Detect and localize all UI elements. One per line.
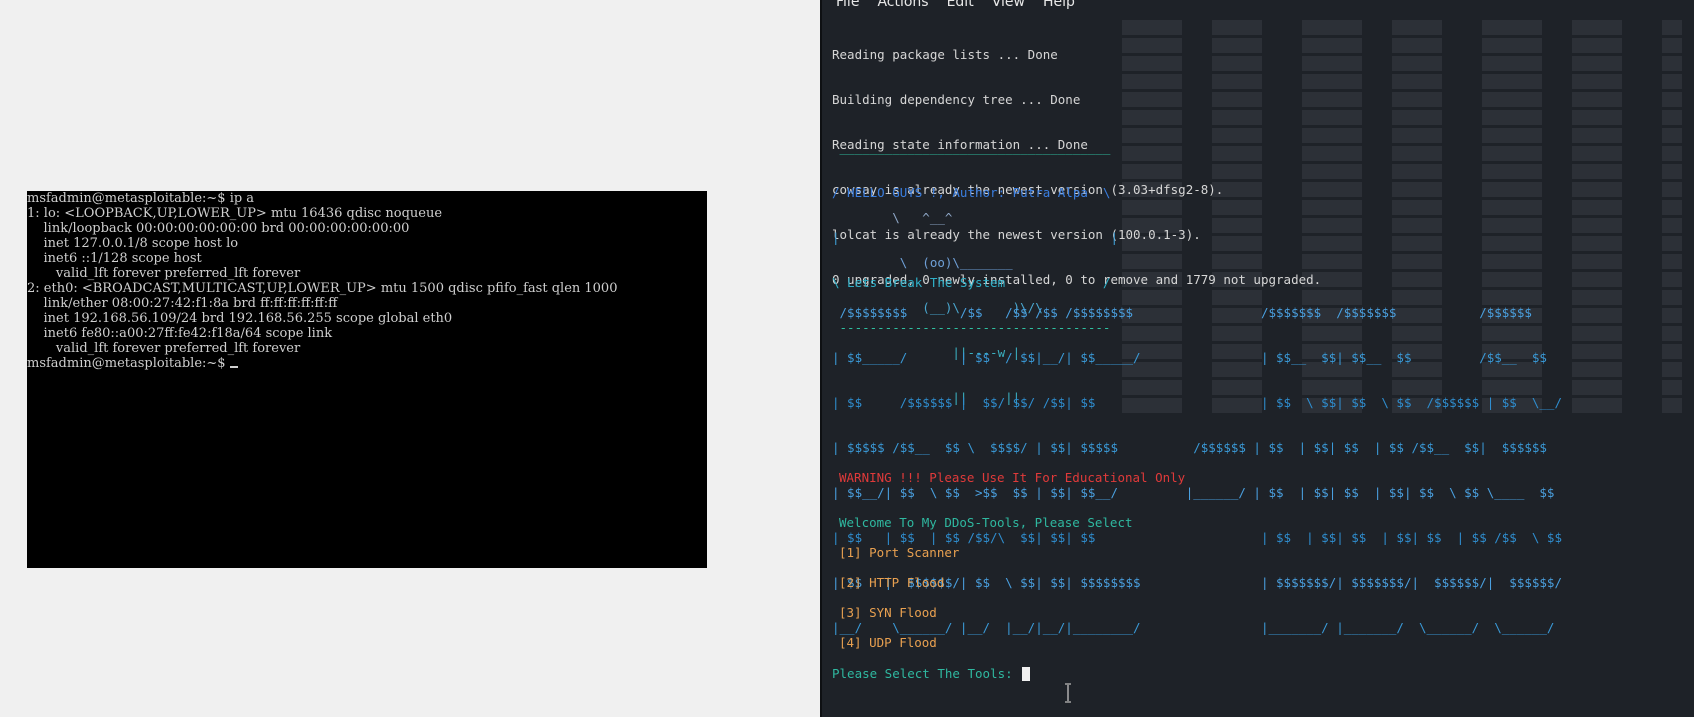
- console-line: link/ether 08:00:27:42:f1:8a brd ff:ff:f…: [27, 296, 338, 311]
- console-line: 1: lo: <LOOPBACK,UP,LOWER_UP> mtu 16436 …: [27, 206, 443, 221]
- warning-text: WARNING !!! Please Use It For Educationa…: [839, 470, 1186, 485]
- console-cursor: [229, 366, 238, 368]
- banner-line: | $$$$$ /$$__ $$ \ $$$$/ | $$| $$$$$ /$$…: [832, 440, 1547, 455]
- option-http-flood: [2] HTTP Flood: [839, 575, 945, 590]
- banner-line: | $$ | $$ | $$ /$$/\ $$| $$| $$ | $$ | $…: [832, 530, 1562, 545]
- menu-edit[interactable]: Edit: [947, 0, 974, 10]
- menu-view[interactable]: View: [992, 0, 1025, 10]
- console-line: inet 192.168.56.109/24 brd 192.168.56.25…: [27, 311, 453, 326]
- speech-box-line: ____________________________________: [832, 140, 1111, 155]
- cow-line: \ ^__^: [832, 210, 953, 225]
- banner-line: |__/ \______/ |__/ |__/|__/|________/ |_…: [832, 620, 1555, 635]
- vm-console-output: msfadmin@metasploitable:~$ ip a 1: lo: <…: [27, 191, 617, 371]
- option-syn-flood: [3] SYN Flood: [839, 605, 937, 620]
- console-prompt: msfadmin@metasploitable:~$: [27, 356, 230, 371]
- banner-line: | $$__/| $$ \ $$ >$$ $$ | $$| $$__/ |___…: [832, 485, 1555, 500]
- menu-help[interactable]: Help: [1043, 0, 1075, 10]
- console-line: msfadmin@metasploitable:~$ ip a: [27, 191, 255, 206]
- console-line: inet6 fe80::a00:27ff:fe42:f18a/64 scope …: [27, 326, 333, 341]
- console-line: inet 127.0.0.1/8 scope host lo: [27, 236, 239, 251]
- terminal-window[interactable]: File Actions Edit View Help Reading pack…: [820, 0, 1694, 717]
- welcome-text: Welcome To My DDoS-Tools, Please Select: [839, 515, 1133, 530]
- option-port-scanner: [1] Port Scanner: [839, 545, 960, 560]
- vm-console-window[interactable]: msfadmin@metasploitable:~$ ip a 1: lo: <…: [27, 191, 707, 568]
- prompt-text: Please Select The Tools:: [832, 666, 1021, 681]
- console-line: valid_lft forever preferred_lft forever: [27, 341, 301, 356]
- option-udp-flood: [4] UDP Flood: [839, 635, 937, 650]
- banner-line: | $$ /$$$$$$ | $$/ $$/ /$$| $$ | $$ \ $$…: [832, 395, 1562, 410]
- console-line: 2: eth0: <BROADCAST,MULTICAST,UP,LOWER_U…: [27, 281, 618, 296]
- terminal-menubar: File Actions Edit View Help: [836, 0, 1075, 10]
- menu-file[interactable]: File: [836, 0, 859, 10]
- console-line: valid_lft forever preferred_lft forever: [27, 266, 301, 281]
- banner-line: /$$$$$$$$ /$$ /$$ /$$ /$$$$$$$$ /$$$$$$$…: [832, 305, 1532, 320]
- ibeam-cursor-icon: [1065, 683, 1071, 703]
- output-line: Reading package lists ... Done: [832, 47, 1058, 62]
- desktop-background: msfadmin@metasploitable:~$ ip a 1: lo: <…: [0, 0, 820, 717]
- output-line: Building dependency tree ... Done: [832, 92, 1081, 107]
- terminal-cursor: [1022, 667, 1031, 681]
- banner-line: | $$_____/ | $$ / $$|__/| $$_____/ | $$_…: [832, 350, 1547, 365]
- console-line: link/loopback 00:00:00:00:00:00 brd 00:0…: [27, 221, 410, 236]
- console-line: inet6 ::1/128 scope host: [27, 251, 202, 266]
- tool-select-prompt[interactable]: Please Select The Tools:: [832, 666, 1031, 681]
- menu-actions[interactable]: Actions: [877, 0, 928, 10]
- cow-line: \ (oo)\_______: [832, 255, 1013, 270]
